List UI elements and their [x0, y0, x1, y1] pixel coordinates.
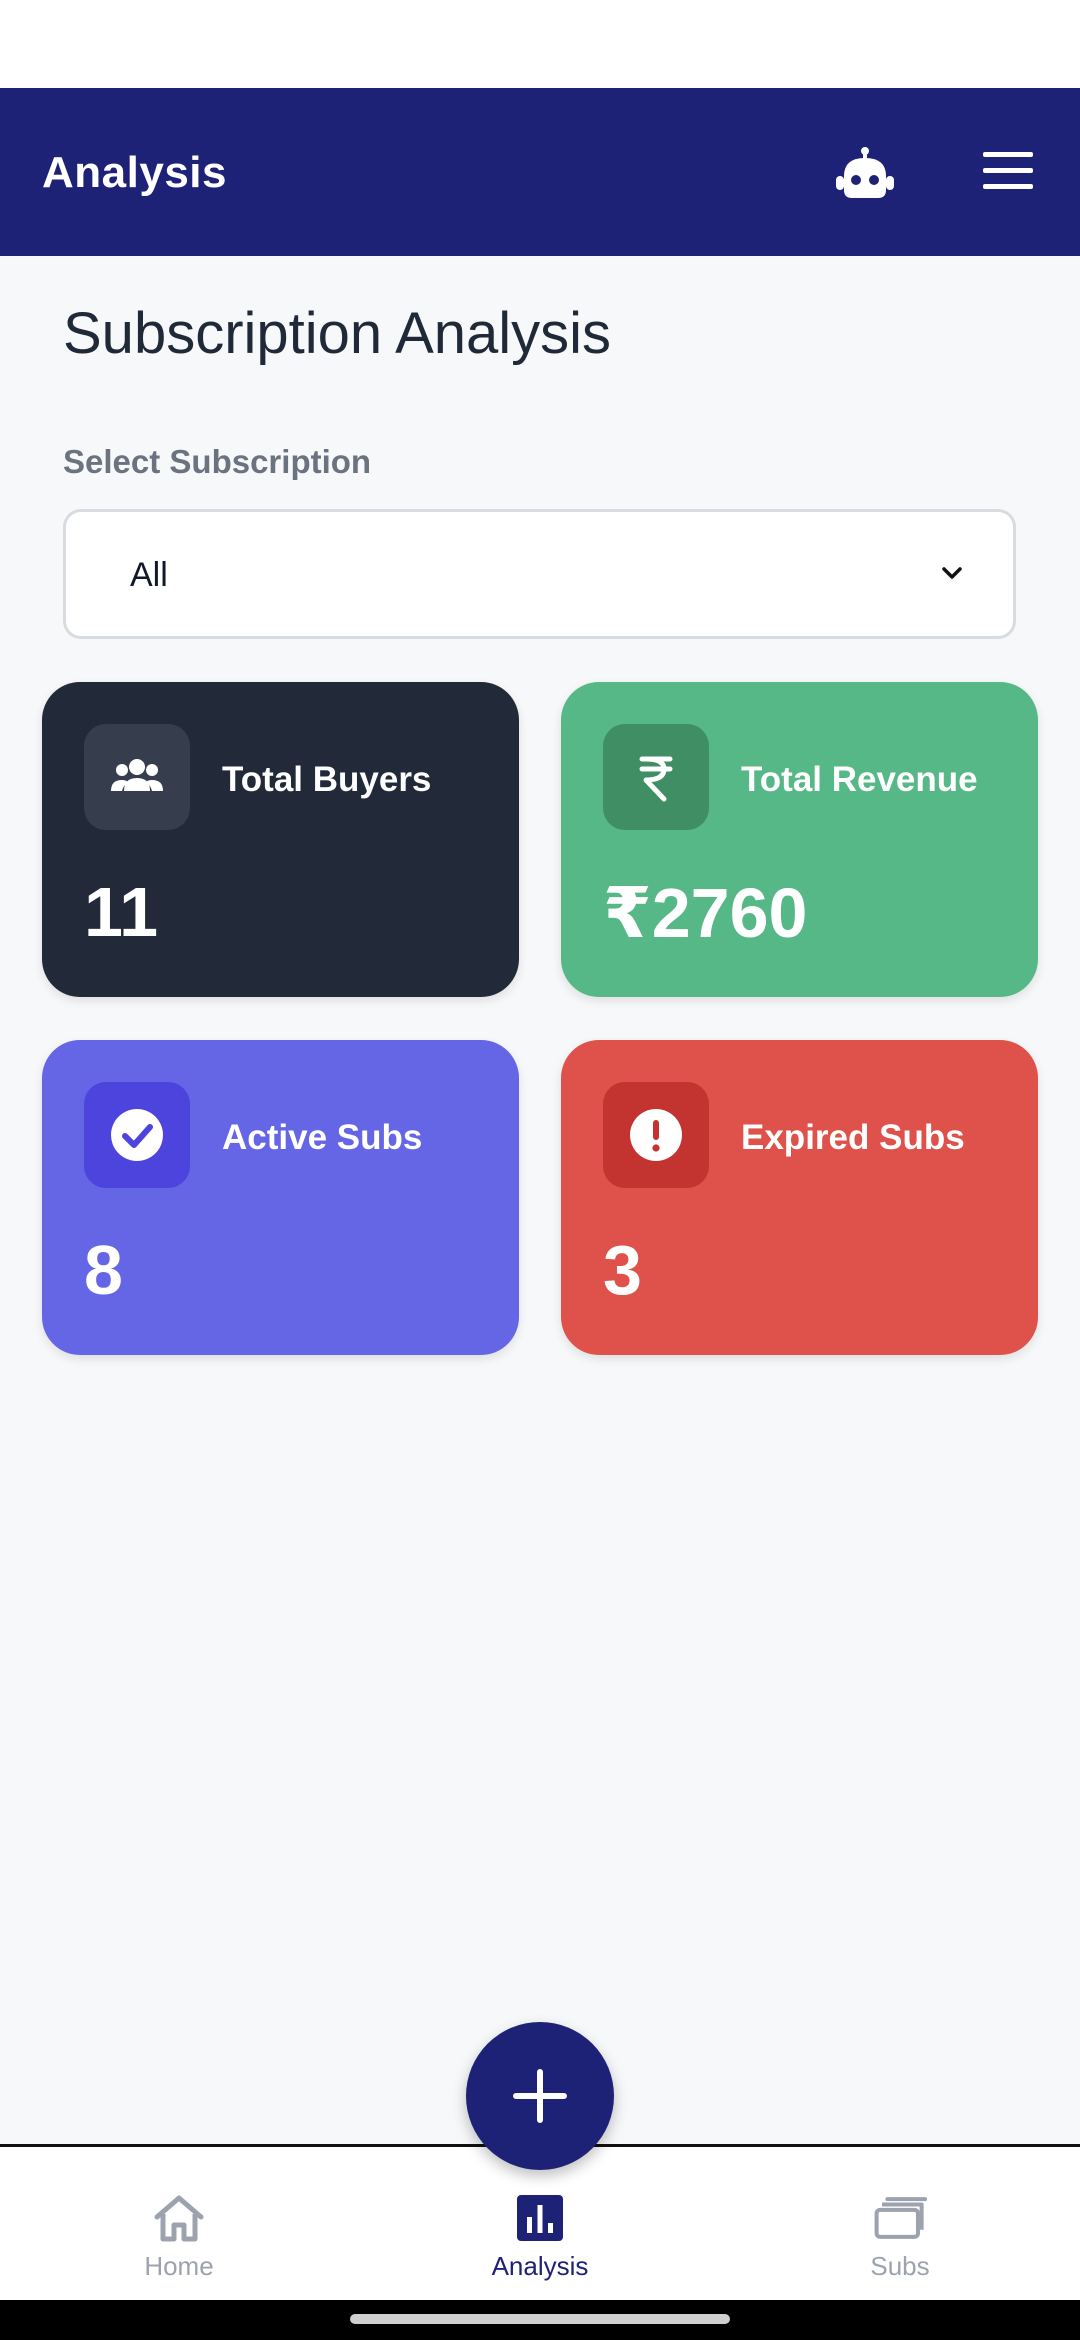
- status-bar: [0, 0, 1080, 88]
- users-icon: [111, 759, 163, 791]
- check-circle-icon-box: [84, 1082, 190, 1188]
- hamburger-menu-icon[interactable]: [983, 152, 1033, 192]
- page-title: Subscription Analysis: [63, 301, 612, 366]
- system-navigation-bar: [0, 2300, 1080, 2340]
- alert-circle-icon: [630, 1109, 682, 1161]
- nav-label: Home: [144, 2251, 214, 2281]
- alert-circle-icon-box: [603, 1082, 709, 1188]
- card-label: Expired Subs: [741, 1118, 965, 1157]
- check-circle-icon: [111, 1109, 163, 1161]
- gesture-handle[interactable]: [350, 2314, 730, 2324]
- card-value: 3: [603, 1231, 642, 1309]
- subscription-select[interactable]: All: [63, 509, 1016, 639]
- nav-item-analysis[interactable]: Analysis: [440, 2193, 640, 2282]
- card-label: Active Subs: [222, 1118, 423, 1157]
- home-icon: [154, 2195, 204, 2242]
- card-label: Total Revenue: [741, 760, 978, 799]
- select-subscription-label: Select Subscription: [63, 443, 372, 480]
- card-value: 11: [84, 873, 158, 951]
- plus-icon: [513, 2069, 567, 2123]
- active-subs-card[interactable]: Active Subs 8: [42, 1040, 519, 1355]
- nav-label: Subs: [870, 2251, 930, 2281]
- stack-icon: [874, 2197, 927, 2239]
- chevron-down-icon: [942, 567, 962, 579]
- select-value: All: [130, 556, 168, 594]
- bar-chart-icon: [517, 2195, 563, 2241]
- total-revenue-card[interactable]: Total Revenue ₹2760: [561, 682, 1038, 997]
- card-value: 8: [84, 1231, 123, 1309]
- app-bar: Analysis: [0, 88, 1080, 256]
- robot-icon[interactable]: [834, 146, 896, 202]
- card-label: Total Buyers: [222, 760, 432, 799]
- app-title: Analysis: [42, 148, 227, 197]
- nav-item-home[interactable]: Home: [79, 2193, 279, 2282]
- rupee-icon-box: [603, 724, 709, 830]
- expired-subs-card[interactable]: Expired Subs 3: [561, 1040, 1038, 1355]
- nav-item-subs[interactable]: Subs: [800, 2193, 1000, 2282]
- users-icon-box: [84, 724, 190, 830]
- rupee-icon: [639, 756, 673, 802]
- nav-label: Analysis: [491, 2251, 589, 2281]
- card-value: ₹2760: [603, 874, 808, 952]
- add-button[interactable]: [466, 2022, 614, 2170]
- total-buyers-card[interactable]: Total Buyers 11: [42, 682, 519, 997]
